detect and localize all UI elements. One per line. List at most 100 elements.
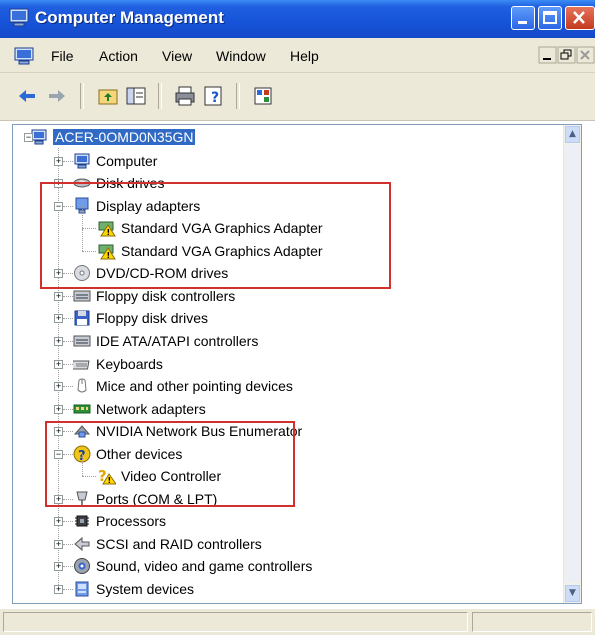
tree-item-label: System devices bbox=[96, 581, 195, 597]
scsi-icon bbox=[74, 536, 90, 551]
help-icon[interactable]: ? bbox=[203, 85, 225, 107]
network-card-icon bbox=[73, 404, 91, 414]
tree-category-scsi-and-raid-controllers[interactable]: + SCSI and RAID controllers bbox=[54, 533, 262, 555]
close-button[interactable] bbox=[565, 6, 595, 30]
tree-category-keyboards[interactable]: + Keyboards bbox=[54, 353, 163, 375]
maximize-icon bbox=[543, 11, 557, 24]
scroll-track[interactable] bbox=[565, 145, 580, 582]
expand-toggle-icon[interactable]: + bbox=[54, 585, 63, 594]
vertical-scrollbar[interactable]: ▲ ▼ bbox=[563, 125, 581, 603]
tree-branch-line bbox=[63, 408, 73, 410]
floppy-icon bbox=[74, 310, 90, 326]
collapse-toggle-icon[interactable]: − bbox=[24, 133, 33, 142]
title-bar[interactable]: Computer Management bbox=[0, 0, 595, 38]
tree-item-label: Floppy disk controllers bbox=[96, 287, 236, 304]
computer-management-window: Computer Management File Action View Win… bbox=[0, 0, 595, 635]
menu-file[interactable]: File bbox=[51, 48, 74, 64]
tree-item-label: Floppy disk drives bbox=[96, 310, 209, 327]
highlight-box-other-devices bbox=[45, 421, 295, 507]
tree-branch-line bbox=[63, 521, 73, 523]
expand-toggle-icon[interactable]: + bbox=[54, 359, 63, 369]
minimize-icon bbox=[518, 21, 527, 24]
menu-window[interactable]: Window bbox=[216, 48, 266, 64]
tree-item-label: Computer bbox=[96, 152, 158, 169]
tree-item-label: IDE ATA/ATAPI controllers bbox=[96, 332, 259, 349]
back-arrow-icon[interactable] bbox=[16, 85, 38, 107]
child-minimize-icon[interactable] bbox=[538, 46, 558, 64]
toolbar-separator bbox=[80, 83, 84, 109]
tree-category-sound-video-and-game-controllers[interactable]: + Sound, video and game controllers bbox=[54, 555, 313, 577]
tree-branch-line bbox=[63, 318, 73, 320]
expand-toggle-icon[interactable]: + bbox=[54, 291, 63, 301]
tree-item-label: SCSI and RAID controllers bbox=[96, 535, 262, 552]
scroll-up-button[interactable]: ▲ bbox=[565, 126, 580, 143]
tree-category-network-adapters[interactable]: + Network adapters bbox=[54, 398, 206, 420]
speaker-icon bbox=[74, 558, 90, 575]
tree-branch-line bbox=[63, 543, 73, 545]
tree-root-item[interactable]: − ACER-0OMD0N35GN bbox=[24, 126, 196, 148]
scroll-down-button[interactable]: ▼ bbox=[565, 585, 580, 602]
chevron-up-icon: ▲ bbox=[569, 129, 576, 139]
status-cell-main bbox=[3, 612, 468, 632]
highlight-box-display bbox=[40, 182, 391, 289]
chevron-down-icon: ▼ bbox=[569, 588, 576, 598]
menu-action[interactable]: Action bbox=[99, 48, 138, 64]
keyboard-icon bbox=[73, 360, 90, 369]
tree-category-floppy-disk-drives[interactable]: + Floppy disk drives bbox=[54, 307, 209, 329]
tree-category-system-devices[interactable]: + System devices bbox=[54, 578, 195, 600]
menu-bar: File Action View Window Help bbox=[0, 38, 595, 73]
computer-icon bbox=[74, 153, 90, 169]
tree-category-ide-ata-atapi-controllers[interactable]: + IDE ATA/ATAPI controllers bbox=[54, 330, 259, 352]
expand-toggle-icon[interactable]: + bbox=[54, 517, 63, 527]
tree-branch-line bbox=[63, 566, 73, 568]
close-icon bbox=[573, 11, 585, 24]
toolbar: ? bbox=[0, 73, 595, 121]
mouse-icon bbox=[77, 378, 87, 393]
minimize-button[interactable] bbox=[511, 6, 535, 30]
print-icon[interactable] bbox=[174, 85, 196, 107]
menu-view[interactable]: View bbox=[162, 48, 192, 64]
forward-arrow-icon[interactable] bbox=[46, 85, 68, 107]
tree-item-label: Mice and other pointing devices bbox=[96, 378, 293, 395]
tree-category-mice-and-other-pointing-devices[interactable]: + Mice and other pointing devices bbox=[54, 375, 293, 397]
controller-icon bbox=[73, 290, 91, 302]
maximize-button[interactable] bbox=[538, 6, 562, 30]
expand-toggle-icon[interactable]: + bbox=[54, 156, 63, 166]
tree-item-label: Processors bbox=[96, 513, 167, 530]
tree-branch-line bbox=[63, 363, 73, 365]
window-title: Computer Management bbox=[35, 8, 224, 27]
status-bar bbox=[0, 608, 595, 635]
show-hide-tree-icon[interactable] bbox=[125, 85, 147, 107]
tree-category-computer[interactable]: + Computer bbox=[54, 150, 158, 172]
controller-icon bbox=[73, 335, 91, 347]
system-icon bbox=[75, 581, 89, 597]
expand-toggle-icon[interactable]: + bbox=[54, 539, 63, 549]
tree-branch-line bbox=[63, 386, 73, 388]
expand-toggle-icon[interactable]: + bbox=[54, 562, 63, 572]
processor-icon bbox=[75, 515, 89, 527]
computer-management-icon bbox=[9, 8, 29, 27]
child-close-icon[interactable] bbox=[576, 46, 595, 64]
tree-branch-line bbox=[63, 340, 73, 342]
mmc-document-icon[interactable] bbox=[14, 47, 34, 65]
tree-branch-line bbox=[63, 589, 73, 590]
up-folder-icon[interactable] bbox=[97, 85, 119, 107]
toolbar-separator bbox=[158, 83, 162, 109]
tree-item-label: Keyboards bbox=[96, 355, 163, 372]
tree-category-processors[interactable]: + Processors bbox=[54, 510, 167, 532]
menu-help[interactable]: Help bbox=[290, 48, 319, 64]
properties-icon[interactable] bbox=[252, 85, 274, 107]
expand-toggle-icon[interactable]: + bbox=[54, 336, 63, 346]
expand-toggle-icon[interactable]: + bbox=[54, 382, 63, 392]
tree-branch-line bbox=[63, 160, 73, 162]
tree-branch-line bbox=[63, 295, 73, 297]
toolbar-separator bbox=[236, 83, 240, 109]
tree-item-label: Network adapters bbox=[96, 400, 206, 417]
expand-toggle-icon[interactable]: + bbox=[54, 404, 63, 414]
child-restore-icon[interactable] bbox=[557, 46, 577, 64]
svg-text:?: ? bbox=[211, 90, 219, 106]
tree-root-label: ACER-0OMD0N35GN bbox=[53, 129, 196, 145]
status-cell-secondary bbox=[472, 612, 592, 632]
expand-toggle-icon[interactable]: + bbox=[54, 314, 63, 324]
tree-item-label: Sound, video and game controllers bbox=[96, 558, 313, 575]
